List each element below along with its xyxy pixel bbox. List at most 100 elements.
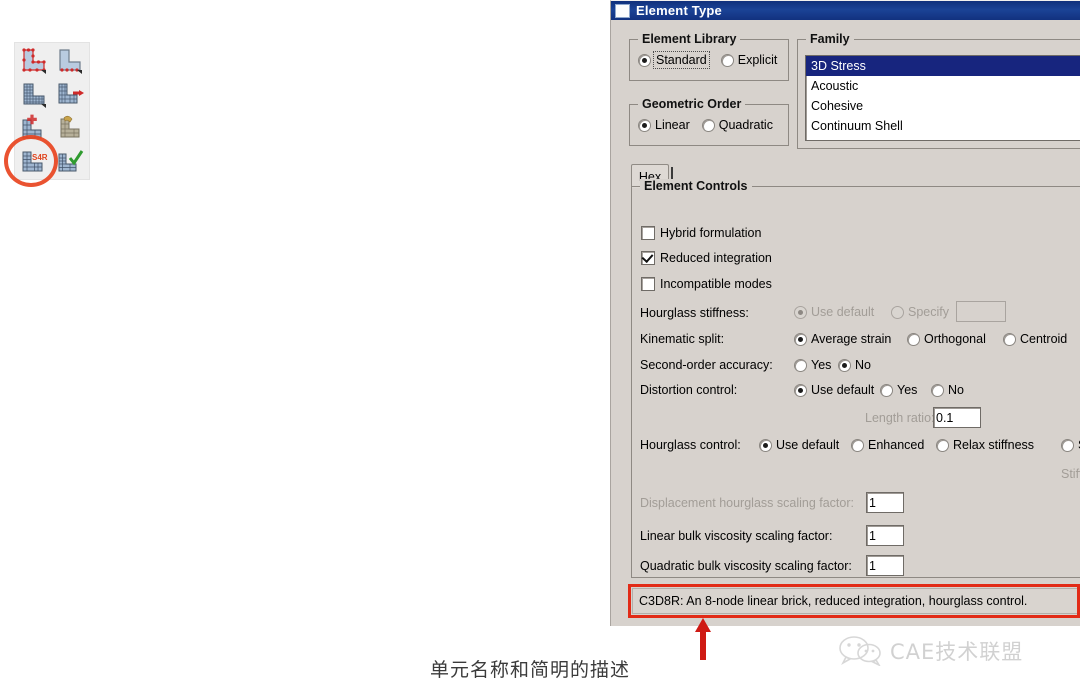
element-library-legend: Element Library bbox=[638, 32, 741, 46]
geometric-order-group: Geometric Order Linear Quadratic bbox=[629, 97, 789, 146]
radio-element-library-explicit[interactable]: Explicit bbox=[720, 53, 778, 67]
label-quadratic-bulk-viscosity-scaling-factor: Quadratic bulk viscosity scaling factor: bbox=[640, 559, 852, 573]
radio-label-dc-use-default: Use default bbox=[811, 383, 875, 397]
radio-label-standard: Standard bbox=[653, 51, 710, 69]
label-linear-bulk-viscosity-scaling-factor: Linear bulk viscosity scaling factor: bbox=[640, 529, 833, 543]
radio-hourglass-control-use-default[interactable]: Use default bbox=[759, 438, 839, 452]
watermark-logo: CAE技术联盟 bbox=[838, 636, 1023, 666]
window-icon bbox=[615, 3, 630, 18]
family-item-cohesive[interactable]: Cohesive bbox=[806, 96, 1080, 116]
radio-dot-hgc-stiffness bbox=[1061, 438, 1074, 452]
radio-geometric-order-quadratic[interactable]: Quadratic bbox=[701, 118, 773, 132]
checkbox-box-incompatible-modes bbox=[641, 277, 655, 291]
checkbox-label-incompatible-modes: Incompatible modes bbox=[660, 277, 772, 291]
toolbar-button-verify-mesh[interactable] bbox=[53, 146, 87, 179]
radio-label-hgc-enhanced: Enhanced bbox=[868, 438, 925, 452]
toolbar-button-mesh-part[interactable] bbox=[17, 79, 51, 112]
label-hourglass-control: Hourglass control: bbox=[640, 438, 741, 452]
radio-dot-soa-no bbox=[838, 358, 851, 372]
radio-dot-average-strain bbox=[794, 332, 807, 346]
label-kinematic-split: Kinematic split: bbox=[640, 332, 725, 346]
radio-label-linear: Linear bbox=[655, 118, 690, 132]
radio-dot-hg-use-default bbox=[794, 305, 807, 319]
radio-label-hg-specify: Specify bbox=[908, 305, 949, 319]
label-distortion-control: Distortion control: bbox=[640, 383, 738, 397]
checkbox-label-hybrid-formulation: Hybrid formulation bbox=[660, 226, 762, 240]
seed-edges-icon bbox=[59, 49, 82, 74]
checkbox-reduced-integration[interactable]: Reduced integration bbox=[641, 251, 772, 265]
element-controls-group: Element Controls bbox=[631, 179, 1080, 578]
radio-hourglass-stiffness-use-default[interactable]: Use default bbox=[794, 305, 874, 319]
family-listbox[interactable]: 3D Stress Acoustic Cohesive Continuum Sh… bbox=[805, 55, 1080, 141]
radio-dot-dc-yes bbox=[880, 383, 893, 397]
radio-dot-hgc-relax-stiffness bbox=[936, 438, 949, 452]
label-hourglass-stiffness: Hourglass stiffness: bbox=[640, 306, 749, 320]
radio-label-soa-yes: Yes bbox=[811, 358, 832, 372]
watermark-text: CAE技术联盟 bbox=[890, 640, 1024, 664]
radio-geometric-order-linear[interactable]: Linear bbox=[638, 118, 690, 132]
family-item-3d-stress[interactable]: 3D Stress bbox=[806, 56, 1080, 76]
input-hourglass-stiffness-value[interactable] bbox=[956, 301, 1006, 322]
radio-hourglass-control-stiffness[interactable]: S bbox=[1061, 438, 1080, 452]
radio-label-average-strain: Average strain bbox=[811, 332, 892, 346]
radio-dot-soa-yes bbox=[794, 358, 807, 372]
radio-label-hg-use-default: Use default bbox=[811, 305, 875, 319]
radio-kinematic-split-orthogonal[interactable]: Orthogonal bbox=[907, 332, 986, 346]
mesh-part-icon bbox=[23, 83, 46, 108]
radio-dot-dc-no bbox=[931, 383, 944, 397]
radio-dot-standard bbox=[638, 53, 651, 67]
radio-dot-quadratic bbox=[701, 118, 715, 132]
family-item-continuum-shell[interactable]: Continuum Shell bbox=[806, 116, 1080, 136]
toolbar-button-mesh-controls[interactable] bbox=[53, 112, 87, 145]
radio-hourglass-stiffness-specify[interactable]: Specify bbox=[891, 305, 949, 319]
radio-label-hgc-use-default: Use default bbox=[776, 438, 840, 452]
mesh-region-icon bbox=[58, 83, 84, 103]
input-length-ratio[interactable]: 0.1 bbox=[933, 407, 981, 428]
toolbar-button-seed-edges[interactable] bbox=[53, 45, 87, 78]
radio-label-dc-no: No bbox=[948, 383, 964, 397]
radio-label-explicit: Explicit bbox=[737, 53, 778, 67]
radio-dot-centroid bbox=[1003, 332, 1016, 346]
checkbox-hybrid-formulation[interactable]: Hybrid formulation bbox=[641, 226, 761, 240]
element-controls-legend: Element Controls bbox=[640, 179, 752, 193]
radio-label-centroid: Centroid bbox=[1020, 332, 1068, 346]
input-quadratic-bulk-viscosity-scaling-factor[interactable]: 1 bbox=[866, 555, 904, 576]
label-second-order-accuracy: Second-order accuracy: bbox=[640, 358, 773, 372]
toolbar-button-seed-part[interactable] bbox=[17, 45, 51, 78]
radio-second-order-accuracy-yes[interactable]: Yes bbox=[794, 358, 831, 372]
element-library-group: Element Library Standard Explicit bbox=[629, 32, 789, 81]
label-length-ratio: Length ratio: bbox=[865, 411, 935, 425]
radio-label-dc-yes: Yes bbox=[897, 383, 918, 397]
annotation-caption: 单元名称和简明的描述 bbox=[430, 659, 631, 681]
radio-dot-linear bbox=[638, 118, 651, 132]
wechat-bubble-icon bbox=[839, 636, 881, 666]
checkbox-label-reduced-integration: Reduced integration bbox=[660, 251, 772, 265]
radio-distortion-control-use-default[interactable]: Use default bbox=[794, 383, 874, 397]
radio-kinematic-split-average-strain[interactable]: Average strain bbox=[794, 332, 891, 346]
annotation-arrow-icon bbox=[695, 618, 711, 660]
radio-dot-dc-use-default bbox=[794, 383, 807, 397]
label-displacement-hourglass-scaling-factor: Displacement hourglass scaling factor: bbox=[640, 496, 854, 510]
input-displacement-hourglass-scaling-factor[interactable]: 1 bbox=[866, 492, 904, 513]
dialog-title: Element Type bbox=[636, 3, 722, 18]
element-description-highlight bbox=[628, 584, 1080, 618]
checkbox-box-hybrid-formulation bbox=[641, 226, 655, 240]
family-item-acoustic[interactable]: Acoustic bbox=[806, 76, 1080, 96]
radio-distortion-control-no[interactable]: No bbox=[931, 383, 964, 397]
label-stiffness-partial: Stiffn bbox=[1061, 467, 1080, 481]
radio-hourglass-control-enhanced[interactable]: Enhanced bbox=[851, 438, 924, 452]
toolbar-button-mesh-region[interactable] bbox=[53, 79, 87, 112]
checkbox-incompatible-modes[interactable]: Incompatible modes bbox=[641, 277, 772, 291]
seed-part-icon bbox=[22, 48, 46, 74]
verify-mesh-icon bbox=[58, 149, 84, 171]
radio-hourglass-control-relax-stiffness[interactable]: Relax stiffness bbox=[936, 438, 1034, 452]
radio-dot-explicit bbox=[720, 53, 734, 67]
radio-second-order-accuracy-no[interactable]: No bbox=[838, 358, 871, 372]
input-linear-bulk-viscosity-scaling-factor[interactable]: 1 bbox=[866, 525, 904, 546]
radio-distortion-control-yes[interactable]: Yes bbox=[880, 383, 917, 397]
dialog-titlebar[interactable]: Element Type bbox=[611, 1, 1080, 20]
radio-kinematic-split-centroid[interactable]: Centroid bbox=[1003, 332, 1067, 346]
radio-element-library-standard[interactable]: Standard bbox=[638, 51, 710, 69]
radio-dot-hgc-enhanced bbox=[851, 438, 864, 452]
radio-dot-orthogonal bbox=[907, 332, 920, 346]
